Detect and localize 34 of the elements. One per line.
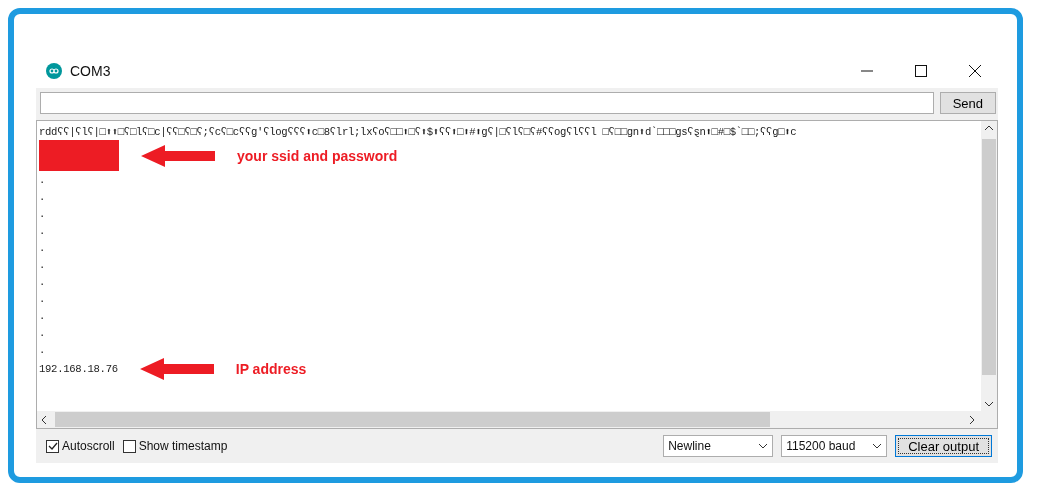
output-line: . [39, 224, 46, 237]
app-logo-icon [46, 63, 62, 79]
output-line: . [39, 241, 46, 254]
close-icon[interactable] [969, 65, 981, 77]
chevron-down-icon [758, 443, 769, 449]
chevron-down-icon [872, 443, 883, 449]
checkbox[interactable] [46, 439, 59, 453]
output-line: . [39, 275, 46, 288]
checkbox-label: Autoscroll [62, 439, 115, 453]
arrow-icon [141, 144, 215, 167]
clear-output-button[interactable]: Clear output [895, 435, 992, 457]
output-line: . [39, 343, 46, 356]
output-line: . [39, 309, 46, 322]
output-line: 192.168.18.76 [39, 363, 118, 375]
window-title: COM3 [70, 63, 112, 79]
baud-rate-dropdown[interactable]: 115200 baud [781, 435, 888, 457]
scrollbar-thumb[interactable] [982, 139, 996, 375]
annotation-label: your ssid and password [237, 147, 398, 164]
checkbox[interactable] [122, 439, 136, 453]
checkbox-label: Show timestamp [138, 439, 228, 453]
output-line: . [39, 207, 46, 220]
output-line: . [39, 190, 46, 203]
arrow-icon [139, 358, 214, 380]
output-line: . [39, 258, 46, 271]
output-line: . [39, 173, 46, 186]
output-line: . [39, 326, 46, 339]
message-field[interactable] [40, 92, 934, 114]
output-line: . [39, 292, 46, 305]
send-button[interactable]: Send [939, 92, 996, 114]
output-line: rddʕʕ|ʕlʕ|□⬆⬆□ʕ□lʕ□c|ʕʕ□ʕ□ʕ;ʕcʕ□cʕʕg'ʕlogʕʕʕ⬆c□8ʕlrl;lxʕoʕ□□⬆□ʕ⬆$⬆ʕʕ⬆□⬆#⬆gʕ|□ʕlʕ□ʕ#ʕʕogʕlʕʕl □ʕ□□gn⬆d`□□□gsʕȿn⬆□#□$`□□;ʕʕg□⬆c [39, 125, 797, 138]
line-ending-dropdown[interactable]: Newline [663, 435, 774, 457]
maximize-icon[interactable] [915, 65, 927, 77]
annotation-label: IP address [235, 361, 307, 377]
scrollbar-thumb[interactable] [55, 412, 770, 427]
